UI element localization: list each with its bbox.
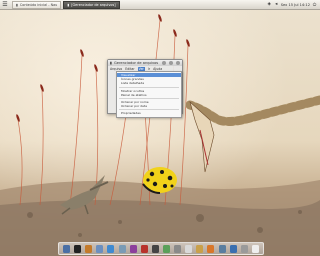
folder-icon: ▮: [110, 61, 112, 65]
menu-separator: [119, 97, 179, 99]
menu-go[interactable]: Ir: [148, 67, 150, 71]
firefox-icon[interactable]: [207, 244, 215, 253]
music-icon[interactable]: [129, 244, 137, 253]
clock[interactable]: Sex 15 Jul 14:12: [281, 3, 310, 7]
settings-icon[interactable]: [174, 244, 182, 253]
video-icon[interactable]: [151, 244, 159, 253]
terminal-icon[interactable]: [74, 244, 82, 253]
menu-help[interactable]: Ajuda: [153, 67, 162, 71]
window-title: Gerenciador de arquivos: [113, 61, 159, 65]
network-icon[interactable]: ◈: [267, 2, 272, 7]
taskbar-item-active[interactable]: ▮ [Gerenciador de arquivos]: [63, 0, 120, 9]
folder-icon: ▮: [67, 2, 70, 7]
photos-icon[interactable]: [85, 244, 93, 253]
file-manager-window: ▮ Gerenciador de arquivos Arquivo Editar…: [107, 59, 183, 118]
menu-item[interactable]: Ordenar por data: [117, 104, 181, 108]
maximize-button[interactable]: [169, 61, 173, 65]
menu-view[interactable]: Ver: [137, 66, 145, 71]
menu-item[interactable]: Propriedades: [117, 111, 181, 115]
close-button[interactable]: [176, 61, 180, 65]
menu-item[interactable]: Painel de atalhos: [117, 93, 181, 97]
finder-icon[interactable]: [63, 244, 71, 253]
network-icon[interactable]: [229, 244, 237, 253]
clock-icon[interactable]: [251, 244, 259, 253]
taskbar-item-label: [Gerenciador de arquivos]: [71, 2, 116, 7]
menu-icon[interactable]: ☰: [0, 1, 10, 9]
power-icon[interactable]: ⏻: [312, 2, 317, 8]
volume-icon[interactable]: ◂: [274, 2, 279, 7]
image-icon[interactable]: [218, 244, 226, 253]
taskbar-item-label: Conteúdo inicial - Nau: [19, 2, 58, 7]
menu-separator: [119, 109, 179, 111]
top-panel: ☰ ▮ Conteúdo inicial - Nau ▮ [Gerenciado…: [0, 0, 320, 10]
chat-icon[interactable]: [163, 244, 171, 253]
folder-icon: ▮: [16, 2, 18, 7]
trash-icon[interactable]: [240, 244, 248, 253]
folder-icon[interactable]: [196, 244, 204, 253]
calendar-icon[interactable]: [140, 244, 148, 253]
wallpaper-image: [0, 0, 320, 256]
menu-edit[interactable]: Editar: [125, 67, 134, 71]
taskbar-item[interactable]: ▮ Conteúdo inicial - Nau: [12, 0, 62, 9]
menu-file[interactable]: Arquivo: [110, 67, 122, 71]
menu-separator: [119, 86, 179, 88]
menu-item[interactable]: Lista detalhada: [117, 81, 181, 85]
browser-icon[interactable]: [107, 244, 115, 253]
search-icon[interactable]: [118, 244, 126, 253]
view-menu-dropdown: Visualizar Ícones grandes Lista detalhad…: [116, 71, 182, 118]
mail-icon[interactable]: [96, 244, 104, 253]
desktop-wallpaper: [0, 0, 320, 256]
system-tray: ◈ ◂ Sex 15 Jul 14:12 ⏻: [267, 2, 320, 8]
dock: [58, 242, 264, 255]
minimize-button[interactable]: [162, 61, 166, 65]
document-icon[interactable]: [185, 244, 193, 253]
